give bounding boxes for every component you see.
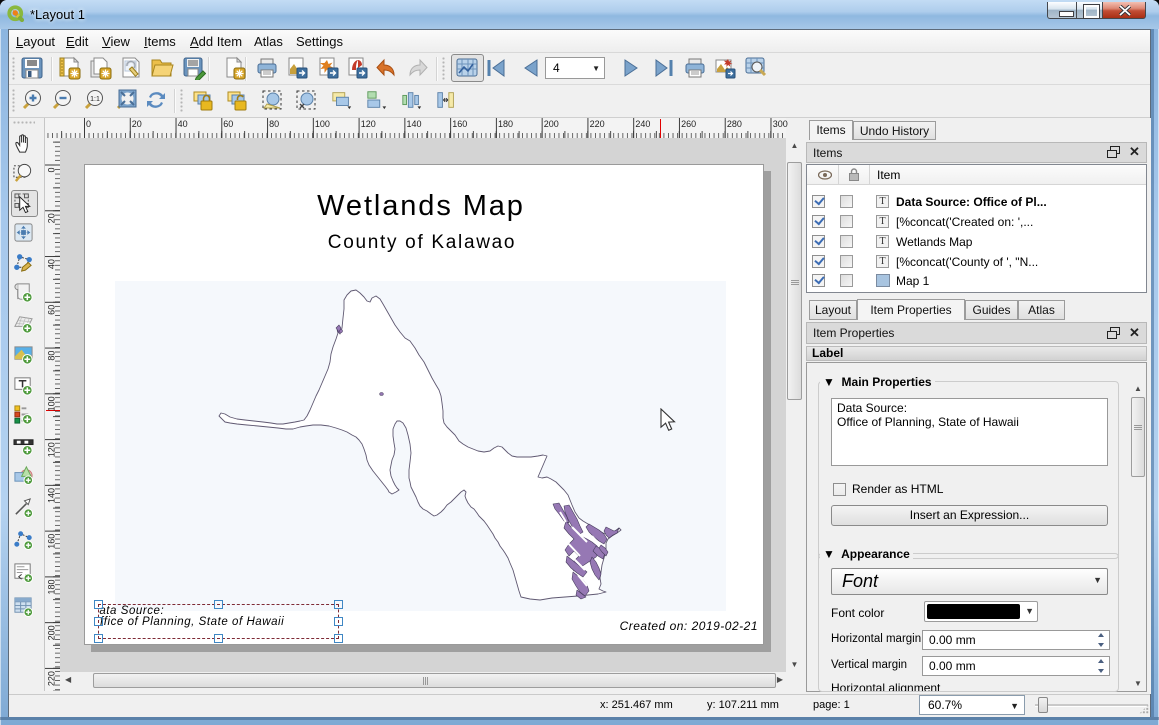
svg-text:60: 60 [47,305,57,315]
svg-text:120: 120 [47,442,57,457]
svg-text:20: 20 [47,213,57,223]
svg-text:140: 140 [47,488,57,503]
svg-text:0: 0 [47,168,57,173]
svg-text:1:1: 1:1 [90,96,100,103]
svg-text:220: 220 [47,671,57,686]
svg-text:200: 200 [47,625,57,640]
svg-text:160: 160 [47,534,57,549]
svg-text:180: 180 [47,580,57,595]
svg-text:100: 100 [47,396,57,411]
svg-text:40: 40 [47,259,57,269]
svg-text:80: 80 [47,351,57,361]
